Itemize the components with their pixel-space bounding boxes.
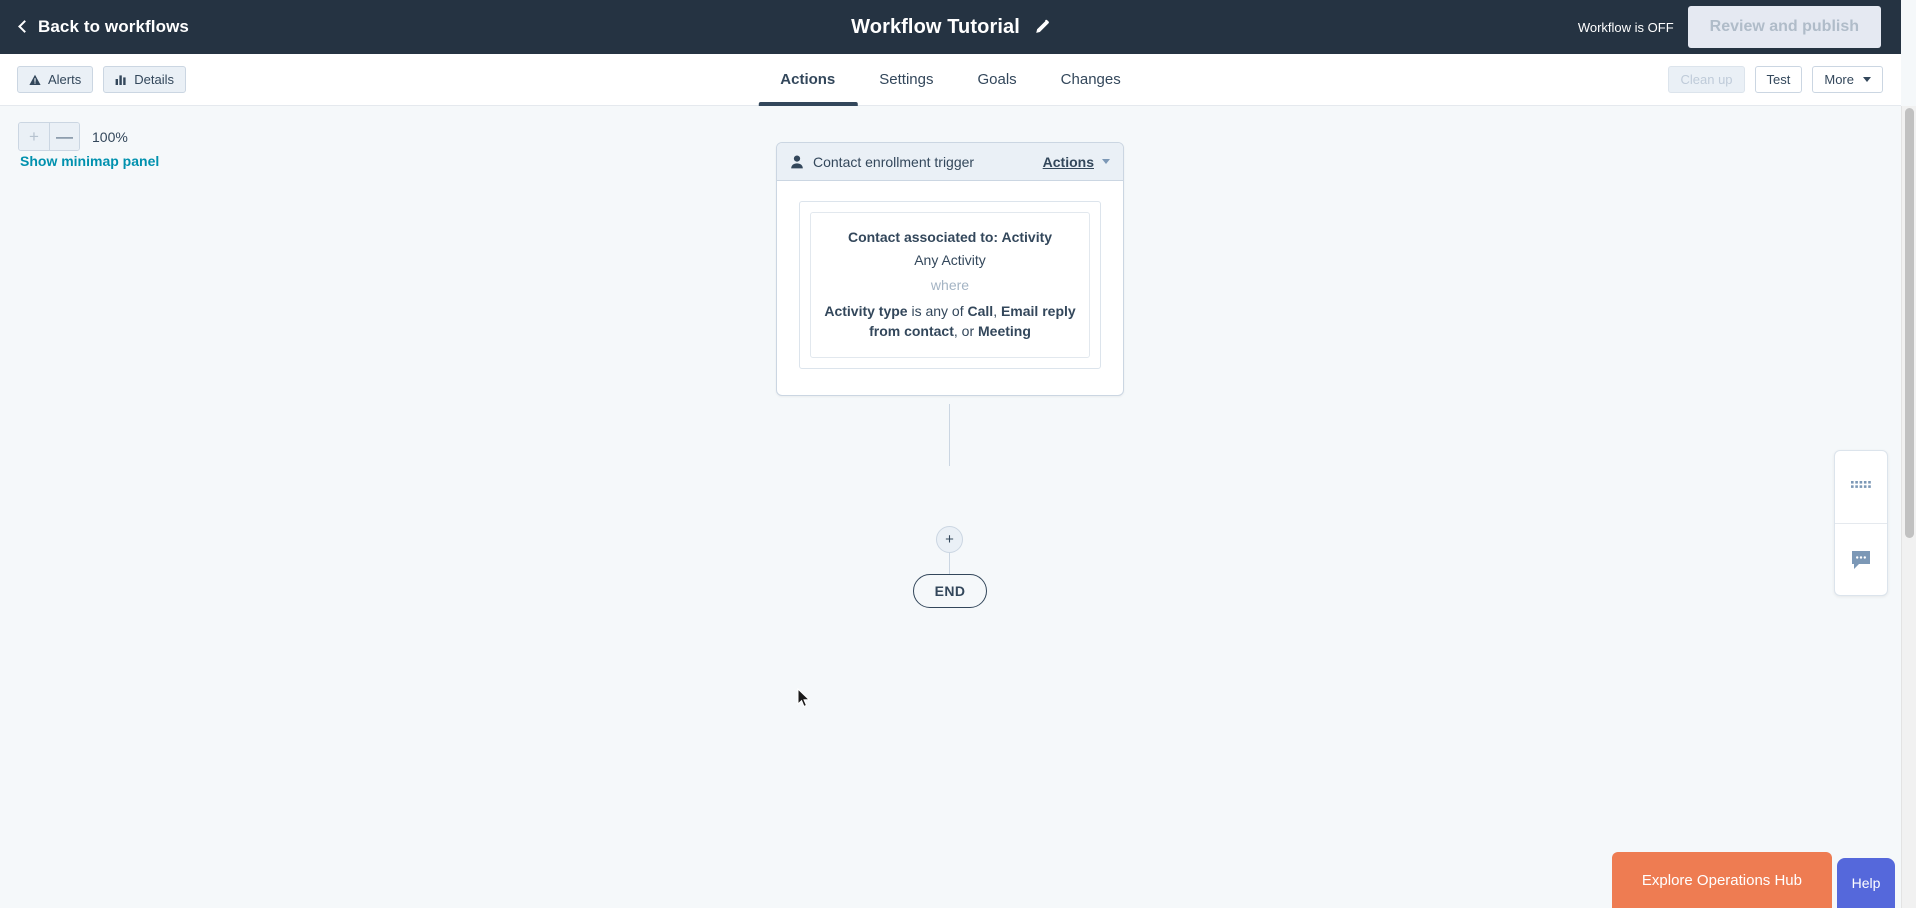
filter-value-3: Meeting (978, 322, 1031, 339)
toolbar-left-group: Alerts Details (17, 66, 186, 93)
filter-sep-1: , (993, 302, 1001, 319)
filter-value-1: Call (967, 302, 994, 319)
chat-bubble-icon (1852, 550, 1870, 569)
bar-chart-icon (115, 74, 126, 85)
test-button[interactable]: Test (1754, 66, 1803, 93)
filter-sep-2: , or (953, 322, 979, 339)
filter-where-label: where (930, 276, 970, 293)
details-button[interactable]: Details (103, 66, 186, 93)
add-step-button[interactable]: + (936, 526, 963, 553)
filter-operator-label: is any of (911, 302, 964, 319)
filter-property-label: Activity type (824, 302, 908, 319)
more-button[interactable]: More (1812, 66, 1883, 93)
contact-person-icon (791, 155, 803, 168)
topbar-right-group: Workflow is OFF Review and publish (1578, 6, 1881, 48)
back-to-workflows-label: Back to workflows (38, 17, 189, 36)
apps-panel-button[interactable] (1835, 451, 1887, 523)
vertical-scrollbar-thumb[interactable] (1905, 108, 1914, 538)
workflow-canvas[interactable]: + — 100% Show minimap panel Contact enro… (0, 106, 1901, 908)
filter-criteria-box[interactable]: Contact associated to: Activity Any Acti… (810, 212, 1090, 359)
top-navigation-bar: Back to workflows Workflow Tutorial Work… (0, 0, 1901, 54)
zoom-in-button[interactable]: + (19, 123, 49, 150)
workflow-tabs: Actions Settings Goals Changes (758, 54, 1142, 106)
tab-changes[interactable]: Changes (1039, 54, 1143, 106)
zoom-controls: + — 100% (18, 122, 128, 151)
toolbar-right-group: Clean up Test More (1668, 66, 1883, 93)
alerts-button[interactable]: Alerts (17, 66, 94, 93)
chevron-down-icon (1102, 159, 1110, 164)
clean-up-button[interactable]: Clean up (1668, 66, 1745, 93)
zoom-button-group: + — (18, 122, 80, 151)
tab-actions[interactable]: Actions (758, 54, 858, 106)
tab-settings[interactable]: Settings (857, 54, 955, 106)
filter-condition-line: Activity type is any of Call, Email repl… (823, 301, 1077, 342)
trigger-card-body: Contact associated to: Activity Any Acti… (777, 181, 1123, 395)
alerts-label: Alerts (48, 72, 82, 87)
enrollment-trigger-card[interactable]: Contact enrollment trigger Actions Conta… (776, 142, 1124, 397)
trigger-card-title: Contact enrollment trigger (813, 153, 975, 170)
warning-triangle-icon (29, 74, 41, 85)
workflow-status-text: Workflow is OFF (1577, 19, 1674, 35)
workflow-title-group: Workflow Tutorial (851, 16, 1050, 39)
filter-group[interactable]: Contact associated to: Activity Any Acti… (799, 201, 1101, 370)
chat-panel-button[interactable] (1835, 523, 1887, 595)
trigger-actions-label: Actions (1042, 153, 1094, 170)
filter-object-label: Any Activity (914, 252, 986, 269)
chevron-down-icon (1863, 77, 1871, 82)
mouse-cursor (797, 688, 811, 708)
trigger-actions-menu[interactable]: Actions (1043, 154, 1110, 170)
details-label: Details (134, 72, 174, 87)
back-to-workflows-link[interactable]: Back to workflows (18, 17, 189, 37)
canvas-side-panel (1834, 450, 1888, 596)
more-label: More (1824, 72, 1854, 87)
zoom-out-button[interactable]: — (49, 123, 79, 150)
vertical-scrollbar-track[interactable] (1901, 106, 1916, 908)
filter-association-label: Contact associated to: Activity (847, 229, 1053, 245)
apps-grid-icon (1851, 481, 1871, 488)
show-minimap-panel-link[interactable]: Show minimap panel (20, 153, 159, 169)
page-title: Workflow Tutorial (851, 15, 1020, 38)
chevron-left-icon (18, 20, 31, 33)
help-button[interactable]: Help (1837, 858, 1895, 908)
tab-goals[interactable]: Goals (955, 54, 1038, 106)
pencil-icon[interactable] (1034, 19, 1050, 35)
explore-operations-hub-button[interactable]: Explore Operations Hub (1611, 852, 1832, 908)
zoom-level-label: 100% (92, 128, 128, 145)
review-and-publish-button[interactable]: Review and publish (1687, 6, 1881, 48)
end-node[interactable]: END (913, 574, 987, 608)
workflow-toolbar: Alerts Details Actions Settings Goals Ch… (0, 54, 1901, 106)
trigger-card-header: Contact enrollment trigger Actions (777, 143, 1123, 181)
flow-connector-line-top (949, 404, 950, 466)
